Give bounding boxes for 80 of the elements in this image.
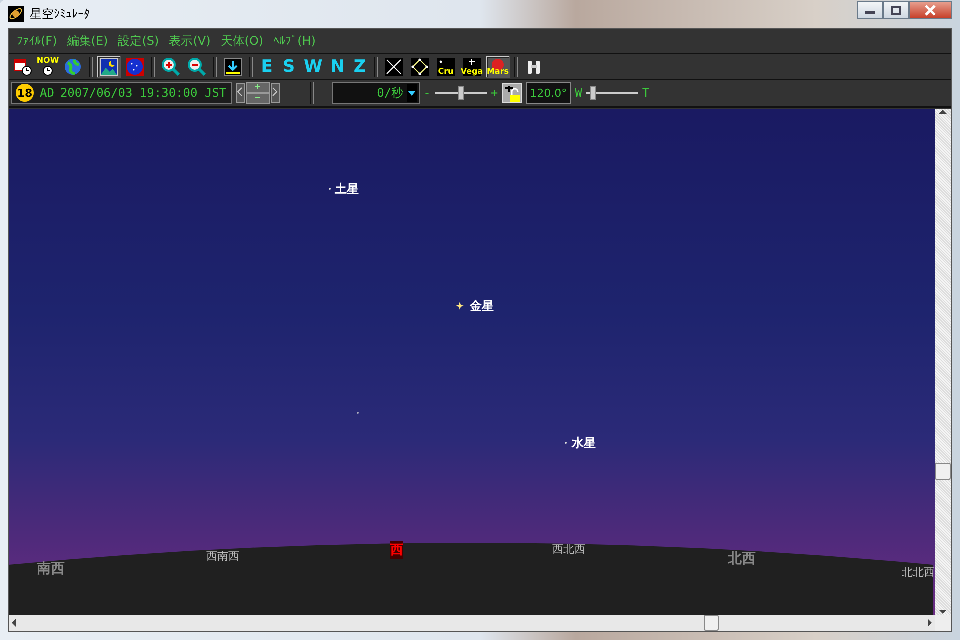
planet-label: 土星 — [335, 181, 359, 198]
minus-label: - — [424, 86, 431, 100]
toolbar-button[interactable]: Cru — [434, 56, 458, 78]
close-icon — [925, 4, 936, 16]
planet-star-icon — [456, 302, 464, 310]
step-back-button[interactable] — [236, 83, 245, 103]
menu-item[interactable]: 設定(S) — [114, 30, 164, 52]
icon-caption: Mars — [486, 68, 510, 76]
toolbar-button[interactable] — [185, 56, 209, 78]
close-button[interactable] — [909, 1, 952, 19]
zoom-out-icon — [188, 58, 206, 76]
direction-label: 西南西 — [206, 549, 240, 564]
toolbar-button[interactable] — [382, 56, 406, 78]
alarm-clock-icon — [43, 66, 53, 76]
menu-item[interactable]: 表示(V) — [165, 30, 215, 52]
day-count-badge: 18 — [16, 84, 34, 102]
toolbar-button[interactable] — [97, 56, 121, 78]
icon-caption: NOW — [36, 56, 60, 64]
direction-button[interactable]: W — [301, 56, 326, 78]
chevron-left-icon — [237, 87, 244, 97]
globe-icon — [64, 58, 82, 76]
scroll-up-icon — [939, 109, 947, 115]
field-of-view-value: 120.0° — [526, 82, 572, 104]
increment-button[interactable]: + — [246, 82, 270, 93]
direction-label: 西北西 — [552, 542, 586, 557]
toolbar-button[interactable]: NOW — [37, 56, 59, 78]
scrollbar-thumb[interactable] — [704, 615, 719, 631]
decrement-button[interactable]: − — [246, 93, 270, 104]
chevron-right-icon — [272, 87, 278, 97]
planet-label: 金星 — [470, 298, 494, 315]
direction-label: 西 — [390, 541, 404, 559]
scrollbar-thumb[interactable] — [935, 463, 951, 480]
toolbar-button[interactable]: Mars — [486, 56, 510, 78]
direction-label: 北西 — [728, 550, 756, 568]
icon-caption: Vega — [460, 68, 484, 76]
era-label: AD — [40, 86, 54, 100]
star-square-icon — [411, 58, 429, 76]
lock-button[interactable] — [502, 83, 522, 103]
scroll-left-icon — [11, 619, 17, 627]
step-forward-button[interactable] — [270, 83, 280, 103]
wide-label: W — [575, 86, 582, 100]
menu-item[interactable]: 天体(O) — [216, 30, 268, 52]
planet-label: 水星 — [572, 435, 596, 452]
direction-button[interactable]: S — [279, 56, 299, 78]
icon-caption: Cru — [438, 68, 454, 76]
slider-thumb[interactable] — [458, 86, 464, 100]
maximize-button[interactable] — [883, 1, 909, 19]
direction-button[interactable]: E — [257, 56, 277, 78]
toolbar-button[interactable] — [408, 56, 432, 78]
toolbar-button[interactable] — [159, 56, 183, 78]
zoom-slider[interactable] — [586, 86, 638, 100]
cross-lines-icon — [385, 58, 403, 76]
celestial-sphere-icon — [126, 58, 144, 76]
speed-value: 0/秒 — [377, 84, 404, 102]
dropdown-button[interactable] — [406, 84, 417, 102]
date-time-text: 2007/06/03 19:30:00 JST — [60, 86, 227, 100]
scroll-right-icon — [927, 619, 933, 627]
menu-item[interactable]: ﾍﾙﾌﾟ(H) — [270, 32, 320, 50]
slider-thumb[interactable] — [590, 86, 596, 100]
direction-label: 南西 — [37, 560, 65, 578]
caret-down-icon — [408, 90, 416, 96]
maximize-icon — [891, 6, 901, 14]
toolbar-button[interactable] — [221, 56, 245, 78]
arrow-down-icon — [224, 58, 242, 76]
lock-icon — [504, 84, 521, 102]
direction-button[interactable]: Z — [350, 56, 370, 78]
calendar-clock-icon — [14, 58, 32, 76]
toolbar-button[interactable]: Vega — [460, 56, 484, 78]
tele-label: T — [642, 86, 650, 100]
app-logo-icon — [8, 6, 24, 22]
menu-item[interactable]: ﾌｧｲﾙ(F) — [13, 32, 62, 50]
direction-button[interactable]: N — [328, 56, 348, 78]
speed-slider[interactable] — [434, 86, 487, 100]
window-title: 星空ｼﾐｭﾚｰﾀ — [30, 6, 90, 22]
minimize-button[interactable] — [857, 1, 883, 19]
menu-item[interactable]: 編集(E) — [63, 30, 112, 52]
zoom-in-icon — [162, 58, 180, 76]
plus-label: + — [490, 86, 498, 100]
speed-dropdown[interactable]: 0/秒 — [332, 82, 420, 104]
star-chart-icon — [100, 58, 118, 76]
